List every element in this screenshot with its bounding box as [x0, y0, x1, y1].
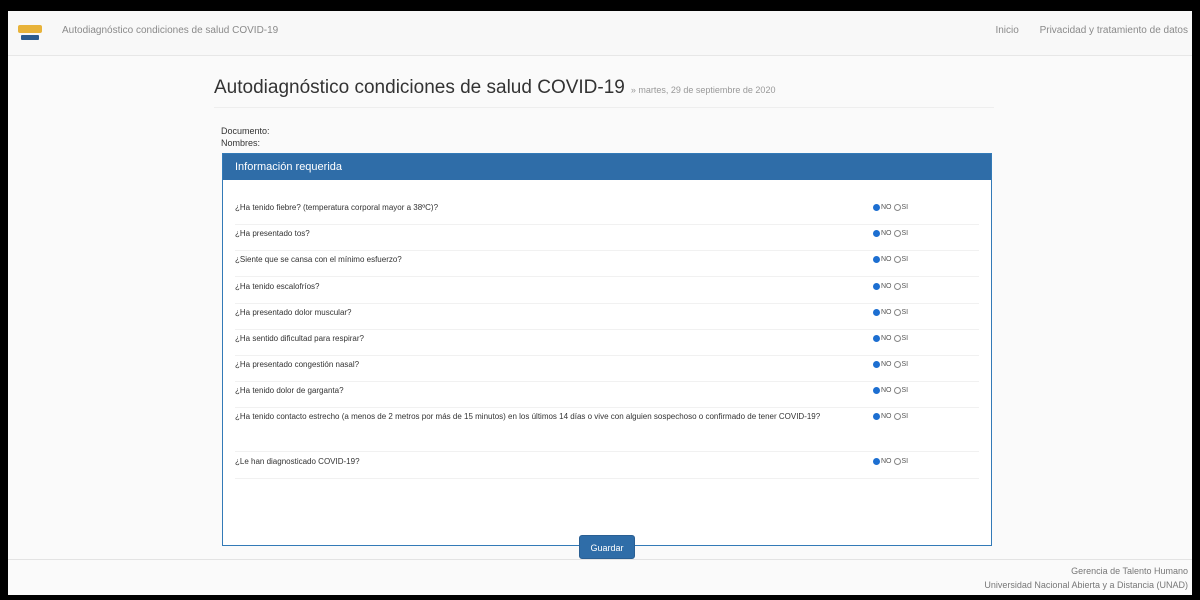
question-text: ¿Ha presentado tos? [235, 229, 310, 238]
question-text: ¿Ha tenido fiebre? (temperatura corporal… [235, 203, 439, 212]
radio-label-si: SI [901, 413, 909, 420]
question-text: ¿Le han diagnosticado COVID-19? [235, 457, 360, 466]
navbar-brand[interactable]: Autodiagnóstico condiciones de salud COV… [62, 25, 278, 36]
answer-options: NO SI [873, 281, 910, 292]
radio-label-si: SI [901, 256, 909, 263]
nombres-label: Nombres: [221, 138, 261, 148]
question-row: ¿Le han diagnosticado COVID-19? NO SI [235, 456, 979, 479]
user-info: Documento: Nombres: [221, 125, 270, 149]
radio-si[interactable] [893, 457, 901, 465]
radio-no[interactable] [873, 386, 880, 394]
question-row: ¿Ha tenido dolor de garganta? NO SI [235, 385, 979, 408]
top-navbar: Autodiagnóstico condiciones de salud COV… [8, 11, 1192, 56]
radio-si[interactable] [893, 203, 901, 211]
question-row: ¿Ha presentado dolor muscular? NO SI [235, 307, 979, 330]
radio-si[interactable] [893, 229, 901, 237]
nav-link-inicio[interactable]: Inicio [995, 25, 1018, 36]
question-text: ¿Ha presentado dolor muscular? [235, 308, 352, 317]
radio-label-si: SI [901, 309, 909, 316]
panel-heading: Información requerida [223, 154, 991, 180]
answer-options: NO SI [873, 307, 910, 318]
answer-options: NO SI [873, 456, 910, 467]
footer-line-2: Universidad Nacional Abierta y a Distanc… [984, 580, 1188, 590]
answer-options: NO SI [873, 228, 910, 239]
question-row: ¿Ha sentido dificultad para respirar? NO S… [235, 333, 979, 356]
radio-no[interactable] [873, 282, 880, 290]
radio-label-si: SI [901, 361, 909, 368]
radio-si[interactable] [893, 255, 901, 263]
answer-options: NO SI [873, 254, 910, 265]
radio-label-no: NO [881, 204, 892, 211]
radio-label-si: SI [901, 283, 909, 290]
nav-link-privacidad[interactable]: Privacidad y tratamiento de datos [1040, 25, 1188, 36]
radio-si[interactable] [893, 334, 901, 342]
radio-label-si: SI [901, 335, 909, 342]
radio-no[interactable] [873, 203, 880, 211]
question-text: ¿Ha tenido escalofríos? [235, 282, 320, 291]
radio-label-si: SI [901, 204, 909, 211]
answer-options: NO SI [873, 202, 910, 213]
question-row: ¿Ha presentado tos? NO SI [235, 228, 979, 251]
app-window: Autodiagnóstico condiciones de salud COV… [8, 11, 1192, 595]
radio-si[interactable] [893, 282, 901, 290]
radio-no[interactable] [873, 334, 880, 342]
question-text: ¿Ha sentido dificultad para respirar? [235, 334, 364, 343]
answer-options: NO SI [873, 385, 910, 396]
question-row: ¿Ha tenido fiebre? (temperatura corporal… [235, 202, 979, 225]
question-text: ¿Ha tenido dolor de garganta? [235, 386, 344, 395]
radio-label-no: NO [881, 230, 892, 237]
save-button[interactable]: Guardar [579, 535, 635, 559]
radio-si[interactable] [893, 308, 901, 316]
radio-no[interactable] [873, 255, 880, 263]
radio-si[interactable] [893, 360, 901, 368]
unad-logo-icon[interactable] [18, 23, 44, 43]
page-title: Autodiagnóstico condiciones de salud COV… [214, 77, 625, 98]
radio-si[interactable] [893, 412, 901, 420]
radio-label-no: NO [881, 458, 892, 465]
radio-label-no: NO [881, 335, 892, 342]
page-footer: Gerencia de Talento Humano Universidad N… [984, 564, 1188, 592]
questionnaire-panel: Información requerida Guardar ¿Ha tenido… [222, 153, 992, 559]
documento-label: Documento: [221, 126, 270, 136]
radio-no[interactable] [873, 360, 880, 368]
answer-options: NO SI [873, 411, 910, 422]
answer-options: NO SI [873, 359, 910, 370]
radio-label-no: NO [881, 387, 892, 394]
radio-no[interactable] [873, 308, 880, 316]
radio-no[interactable] [873, 457, 880, 465]
radio-label-no: NO [881, 283, 892, 290]
question-text: ¿Ha presentado congestión nasal? [235, 360, 360, 369]
question-text: ¿Siente que se cansa con el mínimo esfue… [235, 255, 402, 264]
radio-label-no: NO [881, 413, 892, 420]
radio-si[interactable] [893, 386, 901, 394]
answer-options: NO SI [873, 333, 910, 344]
radio-no[interactable] [873, 229, 880, 237]
radio-label-no: NO [881, 361, 892, 368]
radio-label-no: NO [881, 309, 892, 316]
radio-label-si: SI [901, 387, 909, 394]
radio-no[interactable] [873, 412, 880, 420]
page-header: Autodiagnóstico condiciones de salud COV… [214, 77, 994, 108]
radio-label-si: SI [901, 230, 909, 237]
question-row: ¿Siente que se cansa con el mínimo esfue… [235, 254, 979, 277]
question-row: ¿Ha tenido contacto estrecho (a menos de… [235, 411, 979, 452]
navbar-links: Inicio Privacidad y tratamiento de datos [977, 25, 1188, 36]
page-date: » martes, 29 de septiembre de 2020 [630, 85, 776, 95]
radio-label-si: SI [901, 458, 909, 465]
question-row: ¿Ha tenido escalofríos? NO SI [235, 281, 979, 304]
question-text: ¿Ha tenido contacto estrecho (a menos de… [235, 412, 821, 421]
footer-divider [8, 559, 1192, 560]
footer-line-1: Gerencia de Talento Humano [1071, 566, 1188, 576]
radio-label-no: NO [881, 256, 892, 263]
question-row: ¿Ha presentado congestión nasal? NO SI [235, 359, 979, 382]
